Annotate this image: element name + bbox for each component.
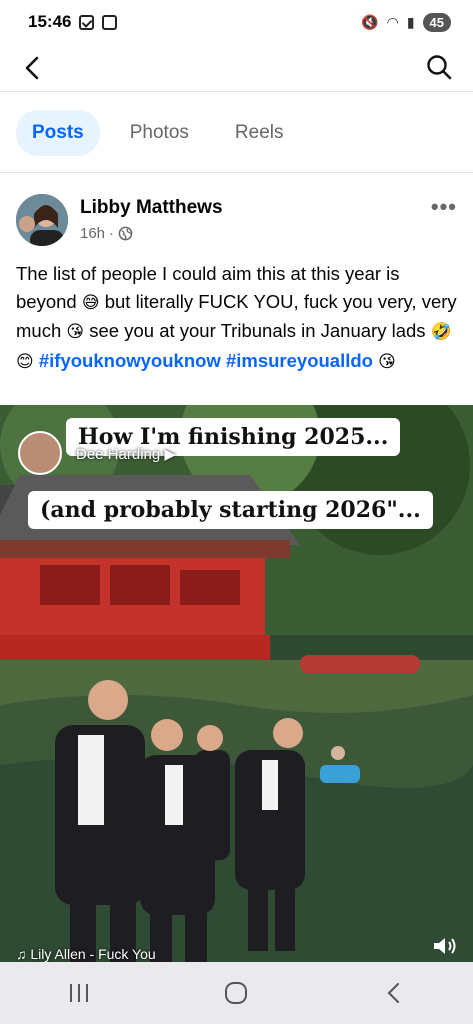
- home-icon: [225, 982, 248, 1004]
- signal-icon: ▮: [406, 13, 415, 30]
- home-button[interactable]: [216, 978, 256, 1008]
- tab-reels[interactable]: Reels: [219, 110, 300, 156]
- music-label[interactable]: ♫ Lily Allen - Fuck You: [16, 946, 156, 962]
- meta-separator: ·: [109, 225, 115, 242]
- video-frame: [0, 405, 473, 962]
- battery-indicator: 45: [422, 12, 451, 32]
- hashtag-ifyouknowyouknow[interactable]: #ifyouknowyouknow: [39, 350, 221, 371]
- post-body: The list of people I could aim this at t…: [16, 260, 461, 376]
- status-time: 15:46: [28, 12, 72, 31]
- system-back-button[interactable]: [374, 978, 414, 1008]
- post-header: Libby Matthews 16h · •••: [16, 192, 457, 248]
- overlay-username[interactable]: Dee Harding ▶: [76, 445, 176, 463]
- back-arrow-icon[interactable]: [20, 54, 44, 82]
- hashtag-imsureyoualldo[interactable]: #imsureyoualldo: [226, 350, 373, 371]
- app-header: [0, 44, 473, 92]
- system-navigation-bar: [0, 962, 473, 1024]
- post-text-part3: see you at your Tribunals in January lad…: [84, 320, 431, 341]
- kiss-emoji: 😘: [66, 322, 85, 342]
- tab-posts[interactable]: Posts: [16, 109, 100, 156]
- profile-tabs: Posts Photos Reels: [0, 93, 473, 173]
- globe-icon: [118, 226, 133, 241]
- kiss-emoji: 😘: [378, 351, 396, 372]
- overlay-avatar[interactable]: [18, 431, 62, 475]
- checkbox-notification-icon: [79, 14, 95, 30]
- search-icon[interactable]: [425, 53, 453, 81]
- tab-photos[interactable]: Photos: [114, 110, 205, 156]
- post-author[interactable]: Libby Matthews: [80, 197, 223, 219]
- screenshot-notification-icon: [102, 14, 118, 30]
- post-time[interactable]: 16h: [80, 225, 105, 242]
- recent-apps-icon: [69, 984, 88, 1002]
- volume-icon[interactable]: [431, 934, 459, 958]
- overlay-user-name: Dee Harding: [76, 446, 161, 463]
- avatar-photo: [16, 194, 68, 246]
- status-right: 🔇 ◠ ▮ 45: [361, 12, 451, 32]
- status-bar: 15:46 🔇 ◠ ▮ 45: [0, 0, 473, 44]
- avatar[interactable]: [16, 194, 68, 246]
- post-video[interactable]: How I'm finishing 2025... Dee Harding ▶ …: [0, 405, 473, 962]
- post-meta: 16h ·: [80, 225, 133, 242]
- recent-apps-button[interactable]: [59, 978, 99, 1008]
- system-back-icon: [387, 983, 400, 1003]
- wifi-icon: ◠: [386, 13, 399, 30]
- mute-icon: 🔇: [361, 13, 379, 30]
- more-options-icon[interactable]: •••: [431, 194, 457, 220]
- video-caption-line2: (and probably starting 2026"...: [28, 491, 433, 529]
- play-arrow-icon: ▶: [164, 446, 176, 463]
- sweat-smile-emoji: 😅: [81, 292, 100, 313]
